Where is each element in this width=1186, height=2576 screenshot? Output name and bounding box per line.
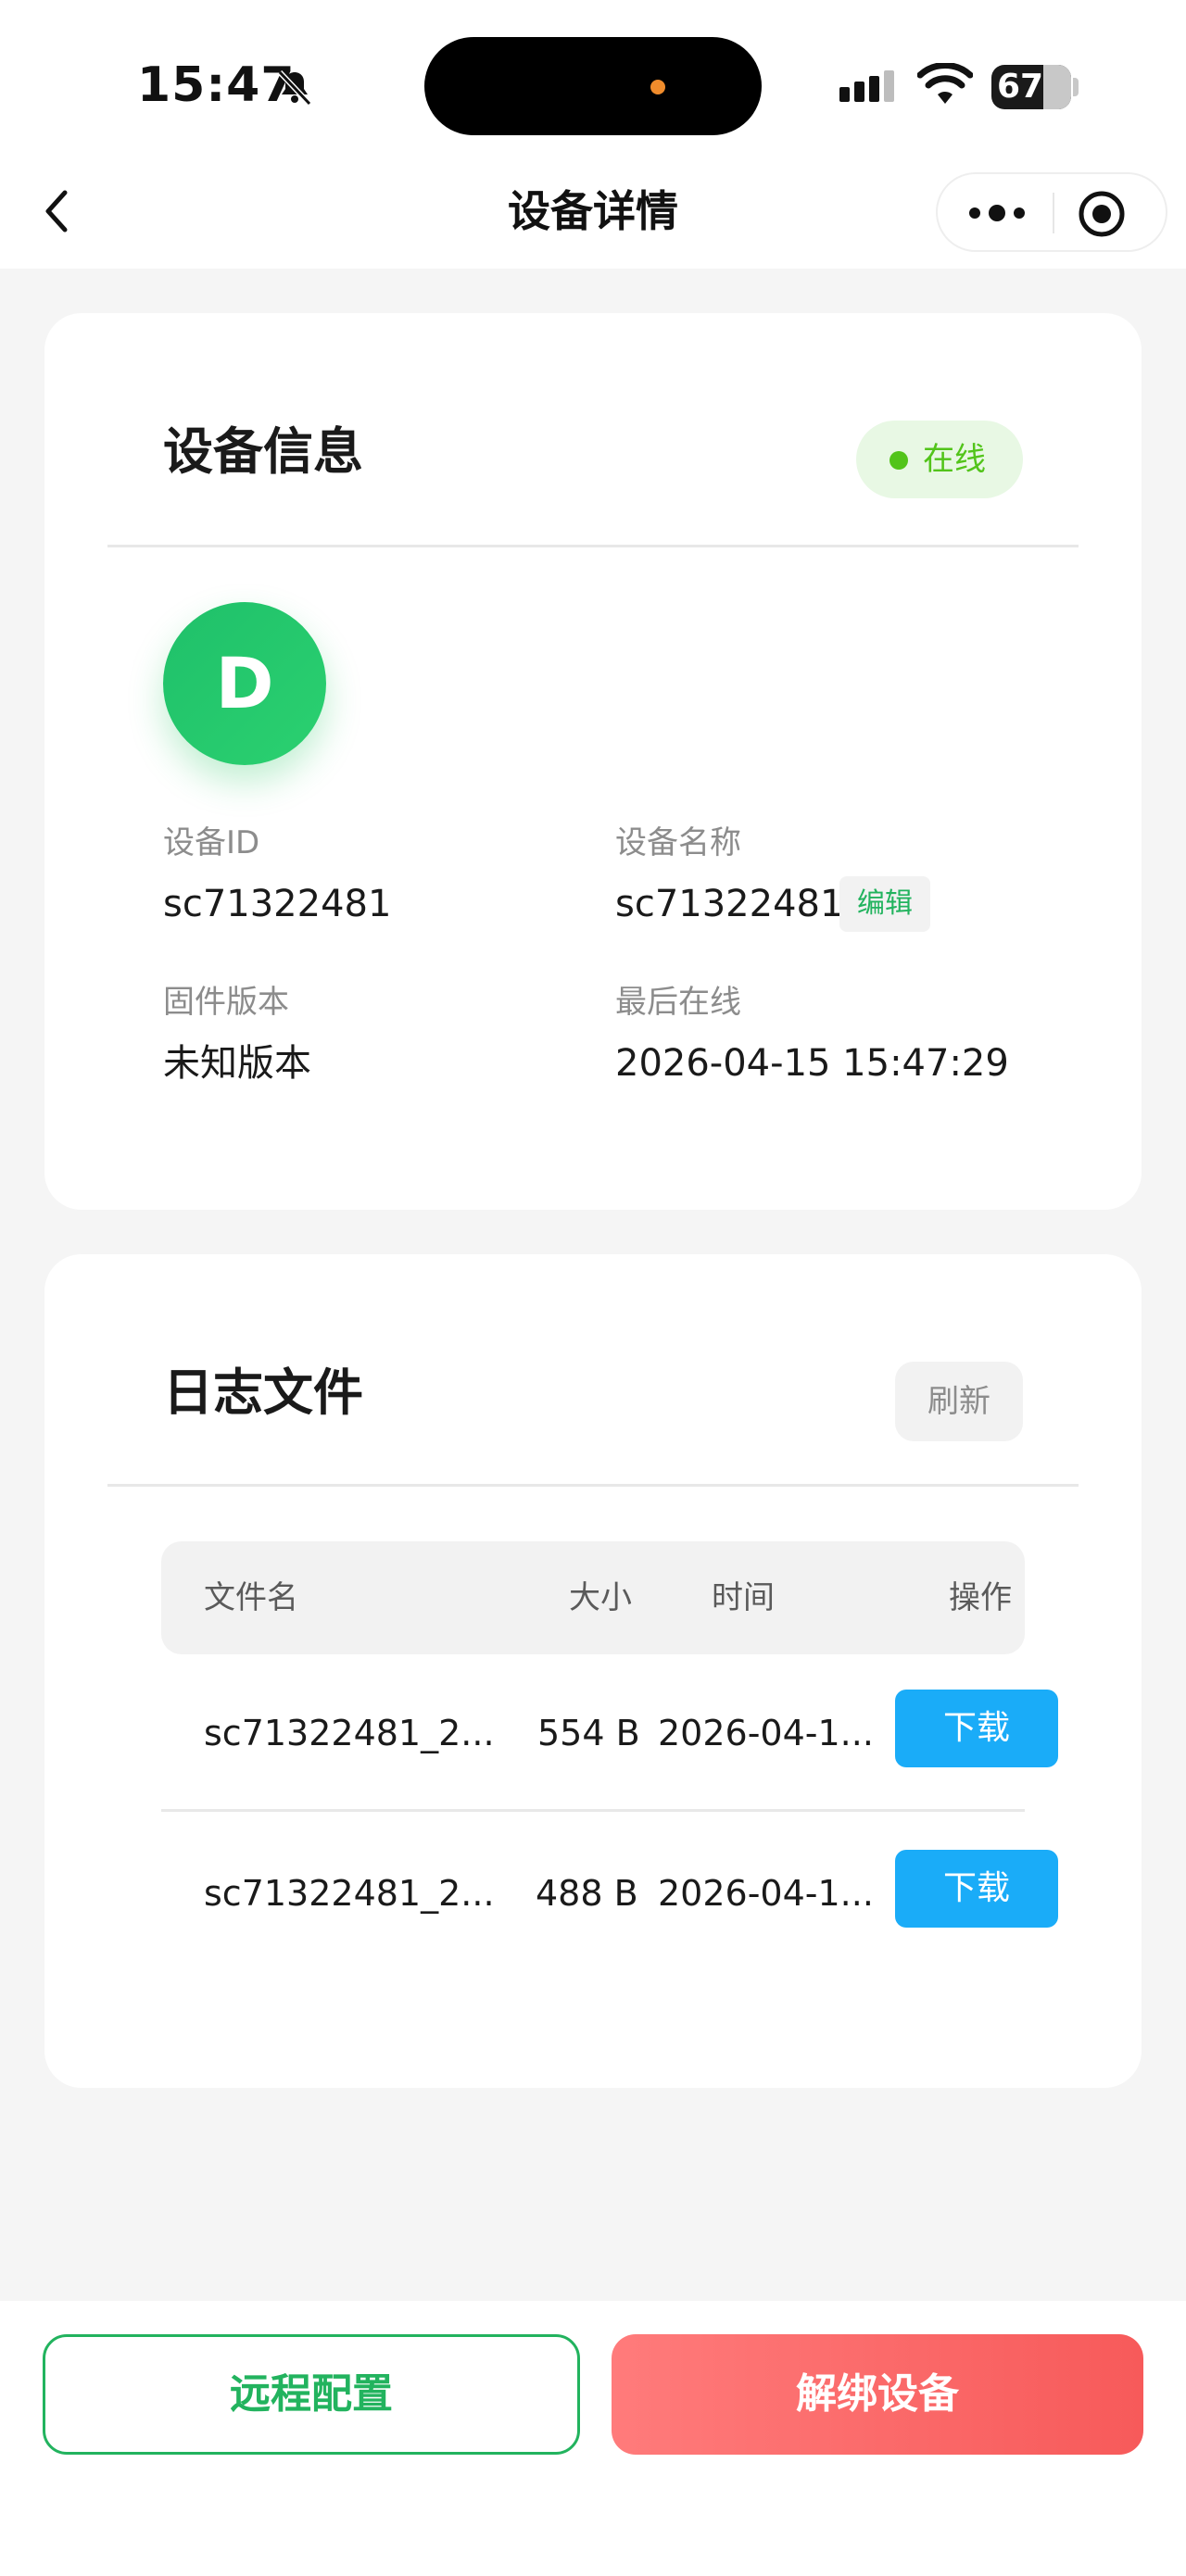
bottom-action-bar: 远程配置 解绑设备	[0, 2301, 1186, 2576]
column-time: 时间	[712, 1579, 775, 1616]
signal-icon	[839, 70, 894, 102]
online-dot-icon	[890, 451, 908, 470]
cell-size: 488 B	[536, 1873, 638, 1914]
top-bar: 15:47 67 设备详情	[0, 0, 1186, 269]
avatar: D	[163, 602, 326, 765]
column-action: 操作	[949, 1579, 1012, 1616]
device-id-label: 设备ID	[163, 824, 260, 861]
status-time: 15:47	[137, 57, 296, 113]
last-online-label: 最后在线	[615, 984, 741, 1021]
bell-slash-icon	[277, 69, 312, 107]
battery-icon: 67	[991, 65, 1071, 109]
mini-program-capsule	[936, 172, 1167, 252]
unbind-device-button[interactable]: 解绑设备	[612, 2334, 1143, 2455]
last-online-value: 2026-04-15 15:47:29	[615, 1042, 1009, 1085]
dynamic-island	[424, 37, 762, 135]
close-target-icon[interactable]	[1077, 189, 1127, 239]
firmware-value: 未知版本	[163, 1042, 311, 1085]
log-files-title: 日志文件	[163, 1363, 363, 1422]
device-info-title: 设备信息	[163, 422, 363, 481]
privacy-indicator	[650, 80, 665, 94]
battery-level: 67	[996, 68, 1044, 106]
table-header: 文件名 大小 时间 操作	[161, 1541, 1025, 1654]
cell-time: 2026-04-1...	[658, 1873, 874, 1914]
more-dots-icon[interactable]	[964, 195, 1030, 232]
cell-filename: sc71322481_2...	[204, 1873, 495, 1914]
log-files-card: 日志文件 刷新 文件名 大小 时间 操作 sc71322481_2... 554…	[44, 1254, 1142, 2088]
divider	[107, 1484, 1079, 1487]
column-size: 大小	[569, 1579, 632, 1616]
page: 15:47 67 设备详情 设备信息 在线 D 设备ID sc71322481 …	[0, 0, 1186, 2576]
status-text: 在线	[923, 441, 986, 478]
wifi-icon	[917, 63, 973, 104]
refresh-button[interactable]: 刷新	[895, 1362, 1023, 1441]
device-info-card: 设备信息 在线 D 设备ID sc71322481 设备名称 sc7132248…	[44, 313, 1142, 1210]
status-badge: 在线	[856, 421, 1023, 498]
table-row: sc71322481_2... 554 B 2026-04-1... 下载	[161, 1654, 1058, 1812]
download-button[interactable]: 下载	[895, 1690, 1058, 1767]
device-id-value: sc71322481	[163, 883, 392, 925]
device-name-value: sc71322481	[615, 883, 844, 925]
cell-time: 2026-04-1...	[658, 1713, 874, 1753]
column-filename: 文件名	[204, 1579, 298, 1616]
cell-size: 554 B	[537, 1713, 640, 1753]
cell-filename: sc71322481_2...	[204, 1713, 495, 1753]
edit-name-button[interactable]: 编辑	[839, 876, 930, 932]
firmware-label: 固件版本	[163, 984, 289, 1021]
table-row: sc71322481_2... 488 B 2026-04-1... 下载	[161, 1815, 1058, 1972]
device-name-label: 设备名称	[615, 824, 741, 861]
download-button[interactable]: 下载	[895, 1850, 1058, 1928]
remote-config-button[interactable]: 远程配置	[43, 2334, 580, 2455]
divider	[107, 545, 1079, 547]
